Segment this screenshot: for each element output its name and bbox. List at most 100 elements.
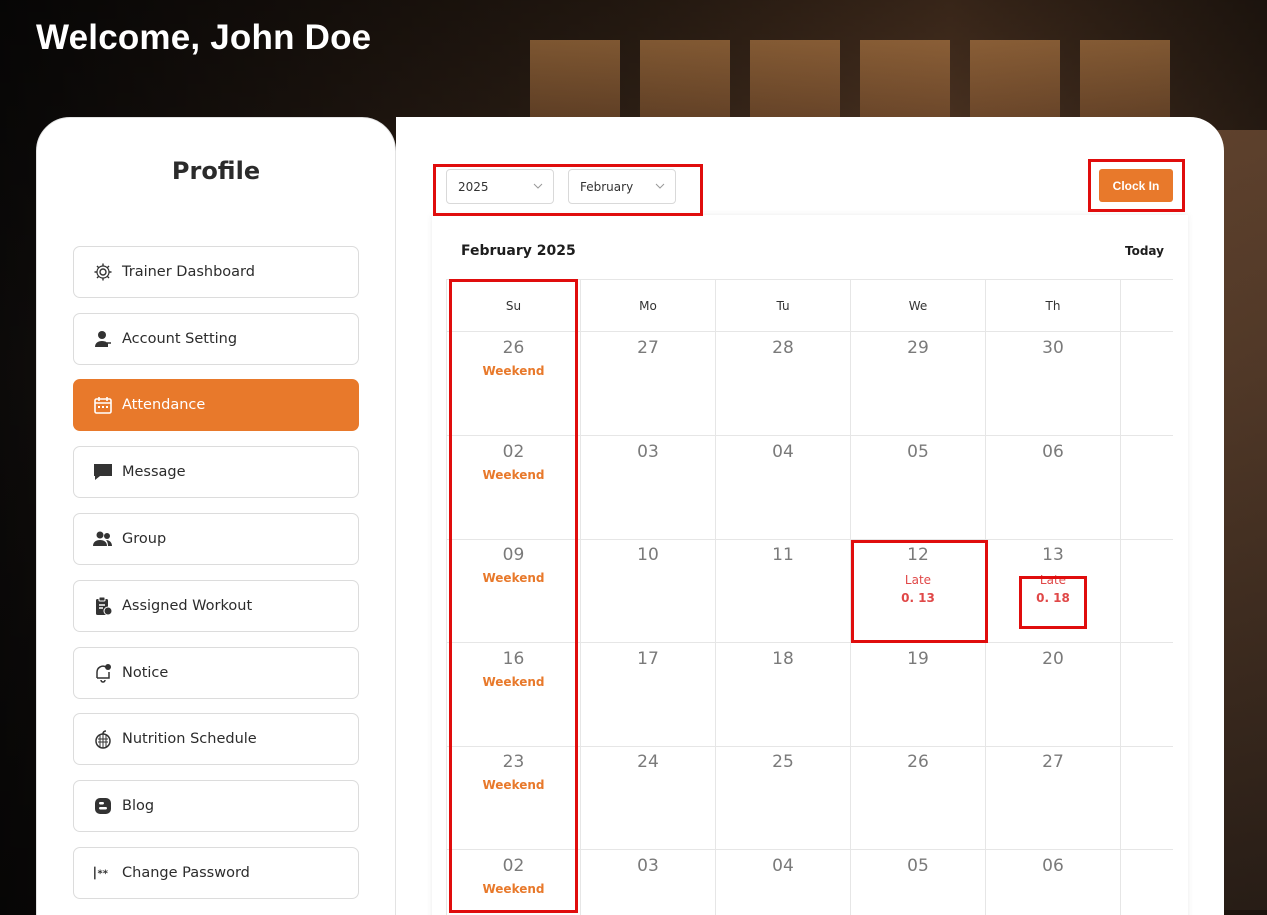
calendar-day-cell[interactable]: 04: [716, 435, 851, 540]
calendar-day-cell[interactable]: 02 Weekend: [446, 850, 581, 915]
month-select[interactable]: February: [568, 169, 676, 204]
background-window: [1080, 40, 1170, 120]
weekday-header: Tu: [716, 279, 851, 332]
year-select-value: 2025: [458, 179, 489, 194]
sidebar-item-notice[interactable]: Notice: [73, 647, 359, 699]
sidebar-item-group[interactable]: Group: [73, 513, 359, 565]
group-icon: [92, 528, 114, 550]
late-status: Late: [904, 573, 932, 588]
calendar-day-cell-partial: [1121, 539, 1173, 644]
background-window: [750, 40, 840, 120]
late-time: 0. 13: [901, 591, 935, 606]
today-button[interactable]: Today: [1125, 244, 1164, 258]
calendar-day-cell-partial: [1121, 332, 1173, 436]
calendar-day-cell[interactable]: 12 Late 0. 13: [851, 539, 986, 644]
day-number: 06: [1042, 441, 1064, 462]
calendar-day-cell[interactable]: 13 Late 0. 18: [986, 539, 1121, 644]
day-number: 16: [502, 648, 525, 669]
calendar-grid: Su Mo Tu We Th 26 Weekend 27 28 29 30 02 Weekend 03 04…: [446, 279, 1173, 915]
day-number: 12: [907, 545, 929, 566]
weekend-status: Weekend: [482, 674, 545, 689]
password-icon: **: [92, 862, 114, 884]
sidebar-item-attendance[interactable]: Attendance: [73, 379, 359, 431]
day-number: 03: [637, 856, 659, 876]
calendar-day-cell[interactable]: 30: [986, 332, 1121, 436]
blog-icon: [92, 795, 114, 817]
weekend-status: Weekend: [482, 571, 545, 586]
calendar-day-cell[interactable]: 11: [716, 539, 851, 644]
day-number: 27: [637, 338, 659, 358]
calendar-day-cell[interactable]: 23 Weekend: [446, 746, 581, 851]
calendar-day-cell[interactable]: 10: [581, 539, 716, 644]
day-number: 11: [772, 545, 794, 566]
calendar-day-cell[interactable]: 26: [851, 746, 986, 851]
calendar-day-cell[interactable]: 06: [986, 435, 1121, 540]
calendar-day-cell[interactable]: 03: [581, 850, 716, 915]
sidebar-item-blog[interactable]: Blog: [73, 780, 359, 832]
weekend-status: Weekend: [482, 778, 545, 793]
day-number: 25: [772, 752, 794, 773]
sidebar-item-label: Group: [122, 531, 167, 547]
calendar-day-cell[interactable]: 16 Weekend: [446, 642, 581, 747]
calendar-day-cell[interactable]: 26 Weekend: [446, 332, 581, 436]
calendar-day-cell[interactable]: 25: [716, 746, 851, 851]
calendar-day-cell[interactable]: 09 Weekend: [446, 539, 581, 644]
weekend-status: Weekend: [482, 882, 545, 896]
day-number: 03: [637, 441, 659, 462]
day-number: 28: [772, 338, 794, 358]
calendar-day-cell[interactable]: 27: [986, 746, 1121, 851]
welcome-heading: Welcome, John Doe: [36, 18, 372, 57]
sidebar-item-label: Nutrition Schedule: [122, 731, 257, 747]
weekday-header-partial: [1121, 279, 1173, 332]
day-number: 17: [637, 648, 659, 669]
sidebar-item-message[interactable]: Message: [73, 446, 359, 498]
sidebar-item-label: Message: [122, 464, 186, 480]
day-number: 02: [502, 441, 525, 462]
calendar-day-cell-partial: [1121, 746, 1173, 851]
calendar-icon: [92, 394, 114, 416]
sidebar-item-label: Account Setting: [122, 331, 238, 347]
message-icon: [92, 461, 114, 483]
year-select[interactable]: 2025: [446, 169, 554, 204]
sidebar-item-label: Change Password: [122, 865, 250, 881]
calendar-day-cell[interactable]: 06: [986, 850, 1121, 915]
background-window: [860, 40, 950, 120]
calendar-day-cell[interactable]: 19: [851, 642, 986, 747]
calendar-day-cell[interactable]: 05: [851, 435, 986, 540]
day-number: 10: [637, 545, 659, 566]
day-number: 26: [907, 752, 929, 773]
calendar-day-cell-partial: [1121, 436, 1173, 540]
user-edit-icon: [92, 328, 114, 350]
calendar-day-cell[interactable]: 17: [581, 642, 716, 747]
sidebar-item-assigned-workout[interactable]: Assigned Workout: [73, 580, 359, 632]
apple-icon: [92, 728, 114, 750]
calendar-day-cell[interactable]: 03: [581, 435, 716, 540]
clock-in-button[interactable]: Clock In: [1099, 169, 1173, 202]
day-number: 04: [772, 441, 794, 462]
weekday-header: Su: [446, 279, 581, 332]
day-number: 19: [907, 648, 929, 669]
calendar-day-cell-partial: [1121, 643, 1173, 747]
sidebar-item-account-setting[interactable]: Account Setting: [73, 313, 359, 365]
day-number: 05: [907, 441, 929, 462]
calendar-day-cell[interactable]: 29: [851, 332, 986, 436]
sidebar-item-nutrition-schedule[interactable]: Nutrition Schedule: [73, 713, 359, 765]
svg-text:**: **: [98, 869, 109, 880]
calendar-day-cell[interactable]: 27: [581, 332, 716, 436]
clipboard-icon: [92, 595, 114, 617]
calendar-day-cell[interactable]: 28: [716, 332, 851, 436]
background-window: [530, 40, 620, 120]
day-number: 24: [637, 752, 659, 773]
calendar-day-cell[interactable]: 20: [986, 642, 1121, 747]
calendar-day-cell[interactable]: 24: [581, 746, 716, 851]
weekday-header: Th: [986, 279, 1121, 332]
sidebar-item-trainer-dashboard[interactable]: Trainer Dashboard: [73, 246, 359, 298]
calendar-title: February 2025: [461, 243, 576, 259]
calendar-day-cell[interactable]: 18: [716, 642, 851, 747]
calendar-day-cell[interactable]: 02 Weekend: [446, 435, 581, 540]
sidebar-item-change-password[interactable]: ** Change Password: [73, 847, 359, 899]
calendar-day-cell[interactable]: 04: [716, 850, 851, 915]
calendar-day-cell[interactable]: 05: [851, 850, 986, 915]
sidebar-item-label: Trainer Dashboard: [122, 264, 255, 280]
late-time: 0. 18: [1036, 591, 1070, 606]
